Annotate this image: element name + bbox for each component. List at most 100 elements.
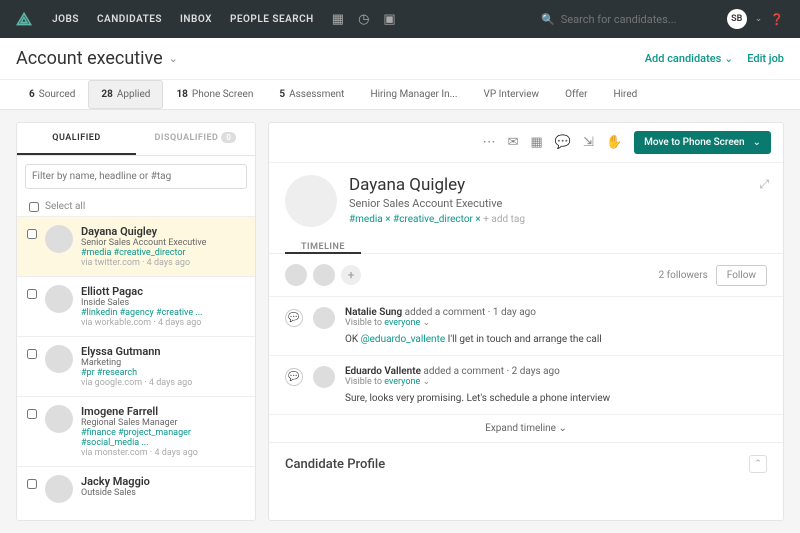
- move-stage-button[interactable]: Move to Phone Screen⌄: [634, 131, 771, 154]
- candidate-avatar: [45, 225, 73, 253]
- candidate-meta: via twitter.com · 4 days ago: [81, 258, 245, 268]
- candidate-name: Elliott Pagac: [81, 285, 245, 298]
- top-search[interactable]: 🔍: [412, 13, 711, 26]
- block-icon[interactable]: ✋: [606, 135, 622, 150]
- stage-applied[interactable]: 28Applied: [88, 80, 163, 109]
- add-follower-button[interactable]: +: [341, 265, 361, 285]
- candidate-checkbox[interactable]: [27, 289, 37, 299]
- candidate-avatar: [45, 475, 73, 503]
- image-icon[interactable]: ▣: [383, 12, 395, 27]
- candidate-row[interactable]: Elliott PagacInside Sales#linkedin #agen…: [17, 276, 255, 336]
- user-avatar[interactable]: SB: [727, 9, 747, 29]
- candidate-title: Regional Sales Manager: [81, 418, 245, 428]
- profile-header: Dayana Quigley Senior Sales Account Exec…: [269, 163, 783, 239]
- comment-icon: 💬: [285, 368, 303, 386]
- candidate-profile-section[interactable]: Candidate Profile ⌃: [269, 442, 783, 485]
- chevron-down-icon[interactable]: ⌄: [755, 14, 763, 24]
- timeline-avatar: [313, 307, 335, 329]
- candidate-name: Dayana Quigley: [81, 225, 245, 238]
- profile-avatar: [285, 175, 337, 227]
- expand-timeline-button[interactable]: Expand timeline ⌄: [269, 414, 783, 442]
- stage-assessment[interactable]: 5Assessment: [266, 80, 357, 109]
- add-candidates-button[interactable]: Add candidates ⌄: [645, 52, 734, 65]
- candidate-list: Dayana QuigleySenior Sales Account Execu…: [17, 216, 255, 520]
- nav-candidates[interactable]: CANDIDATES: [97, 14, 162, 25]
- select-all[interactable]: Select all: [17, 197, 255, 216]
- detail-toolbar: ⋯ ✉ ▦ 💬 ⇲ ✋ Move to Phone Screen⌄: [269, 123, 783, 163]
- add-tag-button[interactable]: + add tag: [483, 214, 525, 225]
- comment-icon[interactable]: 💬: [555, 135, 571, 150]
- candidate-avatar: [45, 405, 73, 433]
- expand-icon[interactable]: ⤢: [759, 177, 769, 192]
- candidate-avatar: [45, 345, 73, 373]
- candidate-row[interactable]: Imogene FarrellRegional Sales Manager#fi…: [17, 396, 255, 466]
- top-nav: ⟁ JOBS CANDIDATES INBOX PEOPLE SEARCH ▦ …: [0, 0, 800, 38]
- chevron-up-icon[interactable]: ⌃: [749, 455, 767, 473]
- edit-job-button[interactable]: Edit job: [747, 52, 784, 65]
- header-actions: Add candidates ⌄ Edit job: [645, 52, 784, 65]
- candidate-meta: via google.com · 4 days ago: [81, 378, 245, 388]
- candidate-name: Elyssa Gutmann: [81, 345, 245, 358]
- mail-icon[interactable]: ✉: [508, 135, 519, 150]
- nav-links: JOBS CANDIDATES INBOX PEOPLE SEARCH: [52, 14, 314, 25]
- candidate-title: Senior Sales Account Executive: [81, 238, 245, 248]
- stage-offer[interactable]: Offer: [552, 80, 600, 109]
- candidate-tags: #finance #project_manager #social_media …: [81, 428, 245, 448]
- more-icon[interactable]: ⋯: [483, 135, 496, 150]
- share-icon[interactable]: ⇲: [583, 135, 594, 150]
- timeline-avatar: [313, 366, 335, 388]
- chevron-down-icon: ⌄: [753, 137, 761, 148]
- stage-hired[interactable]: Hired: [600, 80, 650, 109]
- nav-people-search[interactable]: PEOPLE SEARCH: [230, 14, 314, 25]
- profile-tags[interactable]: #media × #creative_director × + add tag: [349, 214, 525, 225]
- candidate-checkbox[interactable]: [27, 409, 37, 419]
- follow-button[interactable]: Follow: [716, 265, 767, 286]
- timeline-item: 💬Natalie Sung added a comment · 1 day ag…: [269, 296, 783, 355]
- logo[interactable]: ⟁: [16, 9, 32, 30]
- candidate-checkbox[interactable]: [27, 229, 37, 239]
- candidate-meta: via monster.com · 4 days ago: [81, 448, 245, 458]
- help-icon[interactable]: ❓: [770, 13, 784, 26]
- chevron-down-icon: ⌄: [169, 52, 178, 65]
- profile-title: Senior Sales Account Executive: [349, 197, 525, 210]
- section-title: Candidate Profile: [285, 457, 385, 472]
- candidate-tags: #linkedin #agency #creative ...: [81, 308, 245, 318]
- clock-icon[interactable]: ◷: [358, 12, 369, 27]
- profile-name: Dayana Quigley: [349, 175, 525, 195]
- stage-phone-screen[interactable]: 18Phone Screen: [163, 80, 266, 109]
- stage-vp-interview[interactable]: VP Interview: [471, 80, 553, 109]
- timeline-followers: + 2 followers Follow: [269, 253, 783, 296]
- candidate-checkbox[interactable]: [27, 479, 37, 489]
- candidate-detail-panel: ⋯ ✉ ▦ 💬 ⇲ ✋ Move to Phone Screen⌄ Dayana…: [268, 122, 784, 521]
- follower-avatar[interactable]: [285, 264, 307, 286]
- pipeline-stages: 6Sourced28Applied18Phone Screen5Assessme…: [0, 80, 800, 110]
- candidate-row[interactable]: Elyssa GutmannMarketing#pr #researchvia …: [17, 336, 255, 396]
- timeline-tab[interactable]: TIMELINE: [285, 242, 361, 254]
- nav-icons: ▦ ◷ ▣: [332, 12, 396, 27]
- stage-hiring-manager-in-[interactable]: Hiring Manager In...: [357, 80, 470, 109]
- follower-avatar[interactable]: [313, 264, 335, 286]
- followers-count: 2 followers: [659, 270, 708, 281]
- candidate-checkbox[interactable]: [27, 349, 37, 359]
- page-header: Account executive ⌄ Add candidates ⌄ Edi…: [0, 38, 800, 80]
- candidate-name: Jacky Maggio: [81, 475, 245, 488]
- tab-qualified[interactable]: QUALIFIED: [17, 123, 136, 155]
- list-tabs: QUALIFIED DISQUALIFIED0: [17, 123, 255, 156]
- page-title[interactable]: Account executive ⌄: [16, 48, 178, 69]
- select-all-checkbox[interactable]: [29, 202, 39, 212]
- timeline-item: 💬Eduardo Vallente added a comment · 2 da…: [269, 355, 783, 414]
- candidate-title: Marketing: [81, 358, 245, 368]
- nav-jobs[interactable]: JOBS: [52, 14, 79, 25]
- candidate-row[interactable]: Dayana QuigleySenior Sales Account Execu…: [17, 216, 255, 276]
- nav-inbox[interactable]: INBOX: [180, 14, 212, 25]
- calendar-icon[interactable]: ▦: [332, 12, 344, 27]
- page-title-text: Account executive: [16, 48, 163, 69]
- calendar-icon[interactable]: ▦: [531, 135, 543, 150]
- stage-sourced[interactable]: 6Sourced: [16, 80, 88, 109]
- filter-input[interactable]: [25, 164, 247, 189]
- candidate-avatar: [45, 285, 73, 313]
- tab-disqualified[interactable]: DISQUALIFIED0: [136, 123, 255, 155]
- candidate-row[interactable]: Jacky MaggioOutside Sales: [17, 466, 255, 511]
- search-input[interactable]: [561, 13, 711, 26]
- search-icon: 🔍: [541, 13, 555, 26]
